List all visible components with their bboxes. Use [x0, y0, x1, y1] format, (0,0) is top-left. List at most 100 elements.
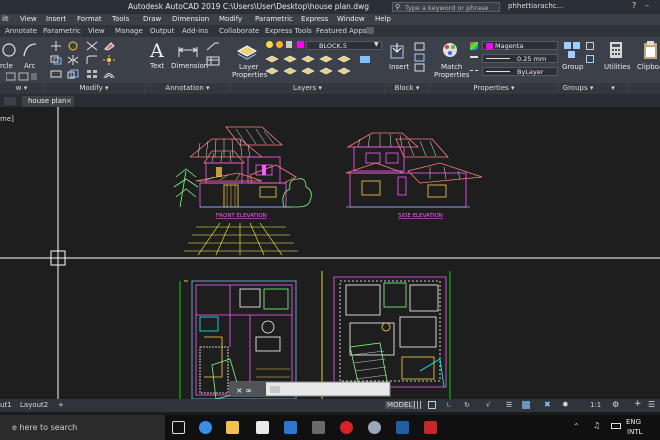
tab-featured-apps[interactable]: Featured Apps — [316, 27, 366, 35]
array-icon[interactable] — [86, 69, 98, 79]
settings-icon[interactable]: ⚙ — [612, 400, 619, 409]
snap-icon[interactable] — [428, 401, 436, 409]
tab-add[interactable]: + — [58, 401, 64, 409]
text-icon[interactable]: A — [150, 40, 164, 62]
store-icon[interactable] — [256, 421, 269, 434]
insert-block-icon[interactable] — [390, 42, 408, 60]
layer-dropdown[interactable]: BLOCK.5 — [306, 41, 382, 50]
transparency-icon[interactable] — [522, 401, 530, 409]
arc-icon[interactable] — [22, 42, 38, 58]
menu-view[interactable]: View — [20, 15, 37, 23]
language-line-2[interactable]: INTL — [627, 428, 642, 436]
minimize-icon[interactable]: – — [645, 1, 649, 10]
menu-tools[interactable]: Tools — [112, 15, 129, 23]
stretch-icon[interactable] — [50, 69, 62, 79]
hatch-icon[interactable] — [6, 72, 38, 81]
customize-icon[interactable]: ☰ — [648, 400, 655, 409]
help-icon[interactable]: ? — [632, 1, 636, 10]
opera-icon[interactable] — [340, 421, 353, 434]
model-button[interactable]: MODEL — [385, 401, 415, 409]
annotation-scale-icon[interactable]: ✸ — [562, 400, 569, 409]
grid-icon[interactable] — [414, 401, 422, 409]
drawing-canvas[interactable]: me] FRONT ELEVATION SIDE ELEVATION × ∞ — [0, 107, 660, 399]
tab-view[interactable]: View — [88, 27, 105, 35]
annotation-visibility-icon[interactable]: ✖ — [544, 400, 551, 409]
erase-icon[interactable] — [103, 41, 115, 51]
lightbulb-icon[interactable] — [266, 41, 273, 48]
tab-express-tools[interactable]: Express Tools — [265, 27, 312, 35]
unlock-icon[interactable] — [286, 41, 292, 48]
panel-layers[interactable]: Layers ▾ — [231, 83, 384, 94]
menu-parametric[interactable]: Parametric — [255, 15, 293, 23]
annotation-scale-value[interactable]: 1:1 — [590, 401, 601, 409]
tab-parametric[interactable]: Parametric — [43, 27, 81, 35]
lineweight-toggle-icon[interactable]: ☰ — [506, 401, 512, 409]
match-properties-icon[interactable] — [441, 41, 459, 59]
network-icon[interactable]: ⌃ — [573, 422, 580, 431]
tab-layout2[interactable]: Layout2 — [20, 401, 48, 409]
menu-window[interactable]: Window — [337, 15, 365, 23]
taskbar-search[interactable]: e here to search — [0, 415, 165, 440]
menu-insert[interactable]: Insert — [46, 15, 66, 23]
start-tab[interactable] — [4, 97, 16, 105]
tab-manage[interactable]: Manage — [115, 27, 143, 35]
create-block-icon[interactable] — [414, 42, 426, 72]
trim-icon[interactable] — [86, 41, 98, 51]
tab-layout1[interactable]: ut1 — [0, 401, 12, 409]
chat-app-icon[interactable] — [368, 421, 381, 434]
menu-help[interactable]: Help — [375, 15, 391, 23]
tab-addins[interactable]: Add-ins — [182, 27, 208, 35]
menu-draw[interactable]: Draw — [143, 15, 161, 23]
panel-annotation[interactable]: Annotation ▾ — [145, 83, 230, 94]
tab-collaborate[interactable]: Collaborate — [219, 27, 259, 35]
menu-format[interactable]: Format — [77, 15, 102, 23]
layer-color-swatch[interactable] — [297, 41, 304, 48]
explode-icon[interactable] — [103, 55, 115, 65]
leader-icon[interactable] — [206, 41, 220, 51]
clipboard-icon[interactable] — [643, 40, 659, 60]
sun-icon[interactable] — [276, 41, 283, 48]
ortho-icon[interactable]: ∟ — [446, 401, 452, 409]
rotate-icon[interactable] — [67, 41, 79, 51]
search-input[interactable]: Type a keyword or phrase — [392, 2, 500, 12]
ungroup-icon[interactable] — [586, 42, 594, 50]
language-line-1[interactable]: ENG — [626, 418, 641, 426]
mail-icon[interactable] — [284, 421, 297, 434]
chevron-down-icon[interactable]: ▼ — [374, 41, 379, 48]
fillet-icon[interactable] — [86, 55, 98, 65]
panel-clipboard[interactable] — [629, 83, 660, 94]
group-edit-icon[interactable] — [586, 55, 594, 63]
tab-output[interactable]: Output — [150, 27, 174, 35]
dimension-icon[interactable] — [177, 43, 199, 59]
table-icon[interactable] — [206, 56, 220, 66]
color-dropdown[interactable]: Magenta — [482, 41, 558, 50]
calculator-app-icon[interactable] — [312, 421, 325, 434]
menu-modify[interactable]: Modify — [219, 15, 242, 23]
offset-icon[interactable] — [103, 69, 115, 79]
plus-icon[interactable]: + — [634, 399, 642, 409]
panel-block[interactable]: Block ▾ — [385, 83, 429, 94]
tab-annotate[interactable]: Annotate — [5, 27, 37, 35]
user-name[interactable]: phhettiarachc... — [508, 2, 563, 10]
task-view-icon[interactable] — [172, 421, 185, 434]
panel-groups[interactable]: Groups ▾ — [559, 83, 597, 94]
move-icon[interactable] — [50, 41, 62, 51]
panel-utilities[interactable]: ▾ — [598, 83, 628, 94]
autocad-icon[interactable] — [424, 421, 437, 434]
revit-icon[interactable] — [396, 421, 409, 434]
panel-draw[interactable]: w ▾ — [0, 83, 43, 94]
scale-icon[interactable] — [67, 69, 79, 79]
group-icon[interactable] — [563, 41, 581, 59]
volume-icon[interactable]: ♫ — [593, 421, 600, 430]
polar-icon[interactable]: ↻ — [464, 401, 470, 409]
ribbon-toggle-icon[interactable] — [366, 27, 374, 34]
battery-icon[interactable] — [611, 423, 621, 429]
menu-dimension[interactable]: Dimension — [172, 15, 209, 23]
close-tab-icon[interactable]: × — [66, 97, 72, 105]
copy-icon[interactable] — [50, 55, 62, 65]
osnap-icon[interactable]: √ — [486, 401, 490, 409]
menu-express[interactable]: Express — [301, 15, 328, 23]
panel-modify[interactable]: Modify ▾ — [44, 83, 144, 94]
edge-icon[interactable] — [199, 421, 212, 434]
lineweight-dropdown[interactable]: 0.25 mm — [482, 54, 558, 63]
